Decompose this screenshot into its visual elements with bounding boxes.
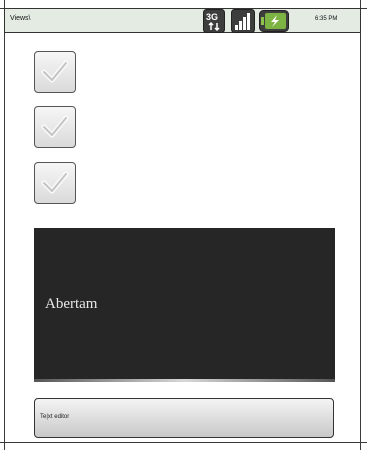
checkmark-icon (41, 171, 69, 194)
frame-left-border (4, 0, 5, 450)
3g-data-icon: 3G (203, 9, 225, 38)
checkmark-icon (41, 60, 69, 83)
checkmark-icon (41, 115, 69, 138)
panel-label: Abertam (45, 296, 98, 312)
panel-highlight (34, 379, 335, 382)
frame-bottom-border (0, 442, 367, 443)
checkbox-1[interactable] (34, 51, 76, 93)
status-title: Views\ (10, 15, 31, 22)
status-time: 6:35 PM (315, 16, 338, 22)
status-bar: Views\ 3G 6:35 PM (4, 8, 361, 33)
checkbox-2[interactable] (34, 106, 76, 148)
svg-text:3G: 3G (206, 12, 218, 22)
battery-charging-icon (259, 10, 289, 37)
frame-right-border (360, 0, 361, 450)
text-editor-value: Te|xt editor (40, 414, 70, 420)
checkbox-3[interactable] (34, 162, 76, 204)
dark-panel: Abertam (34, 228, 335, 382)
signal-strength-icon (231, 9, 255, 38)
text-editor-field[interactable]: Te|xt editor (34, 398, 334, 438)
